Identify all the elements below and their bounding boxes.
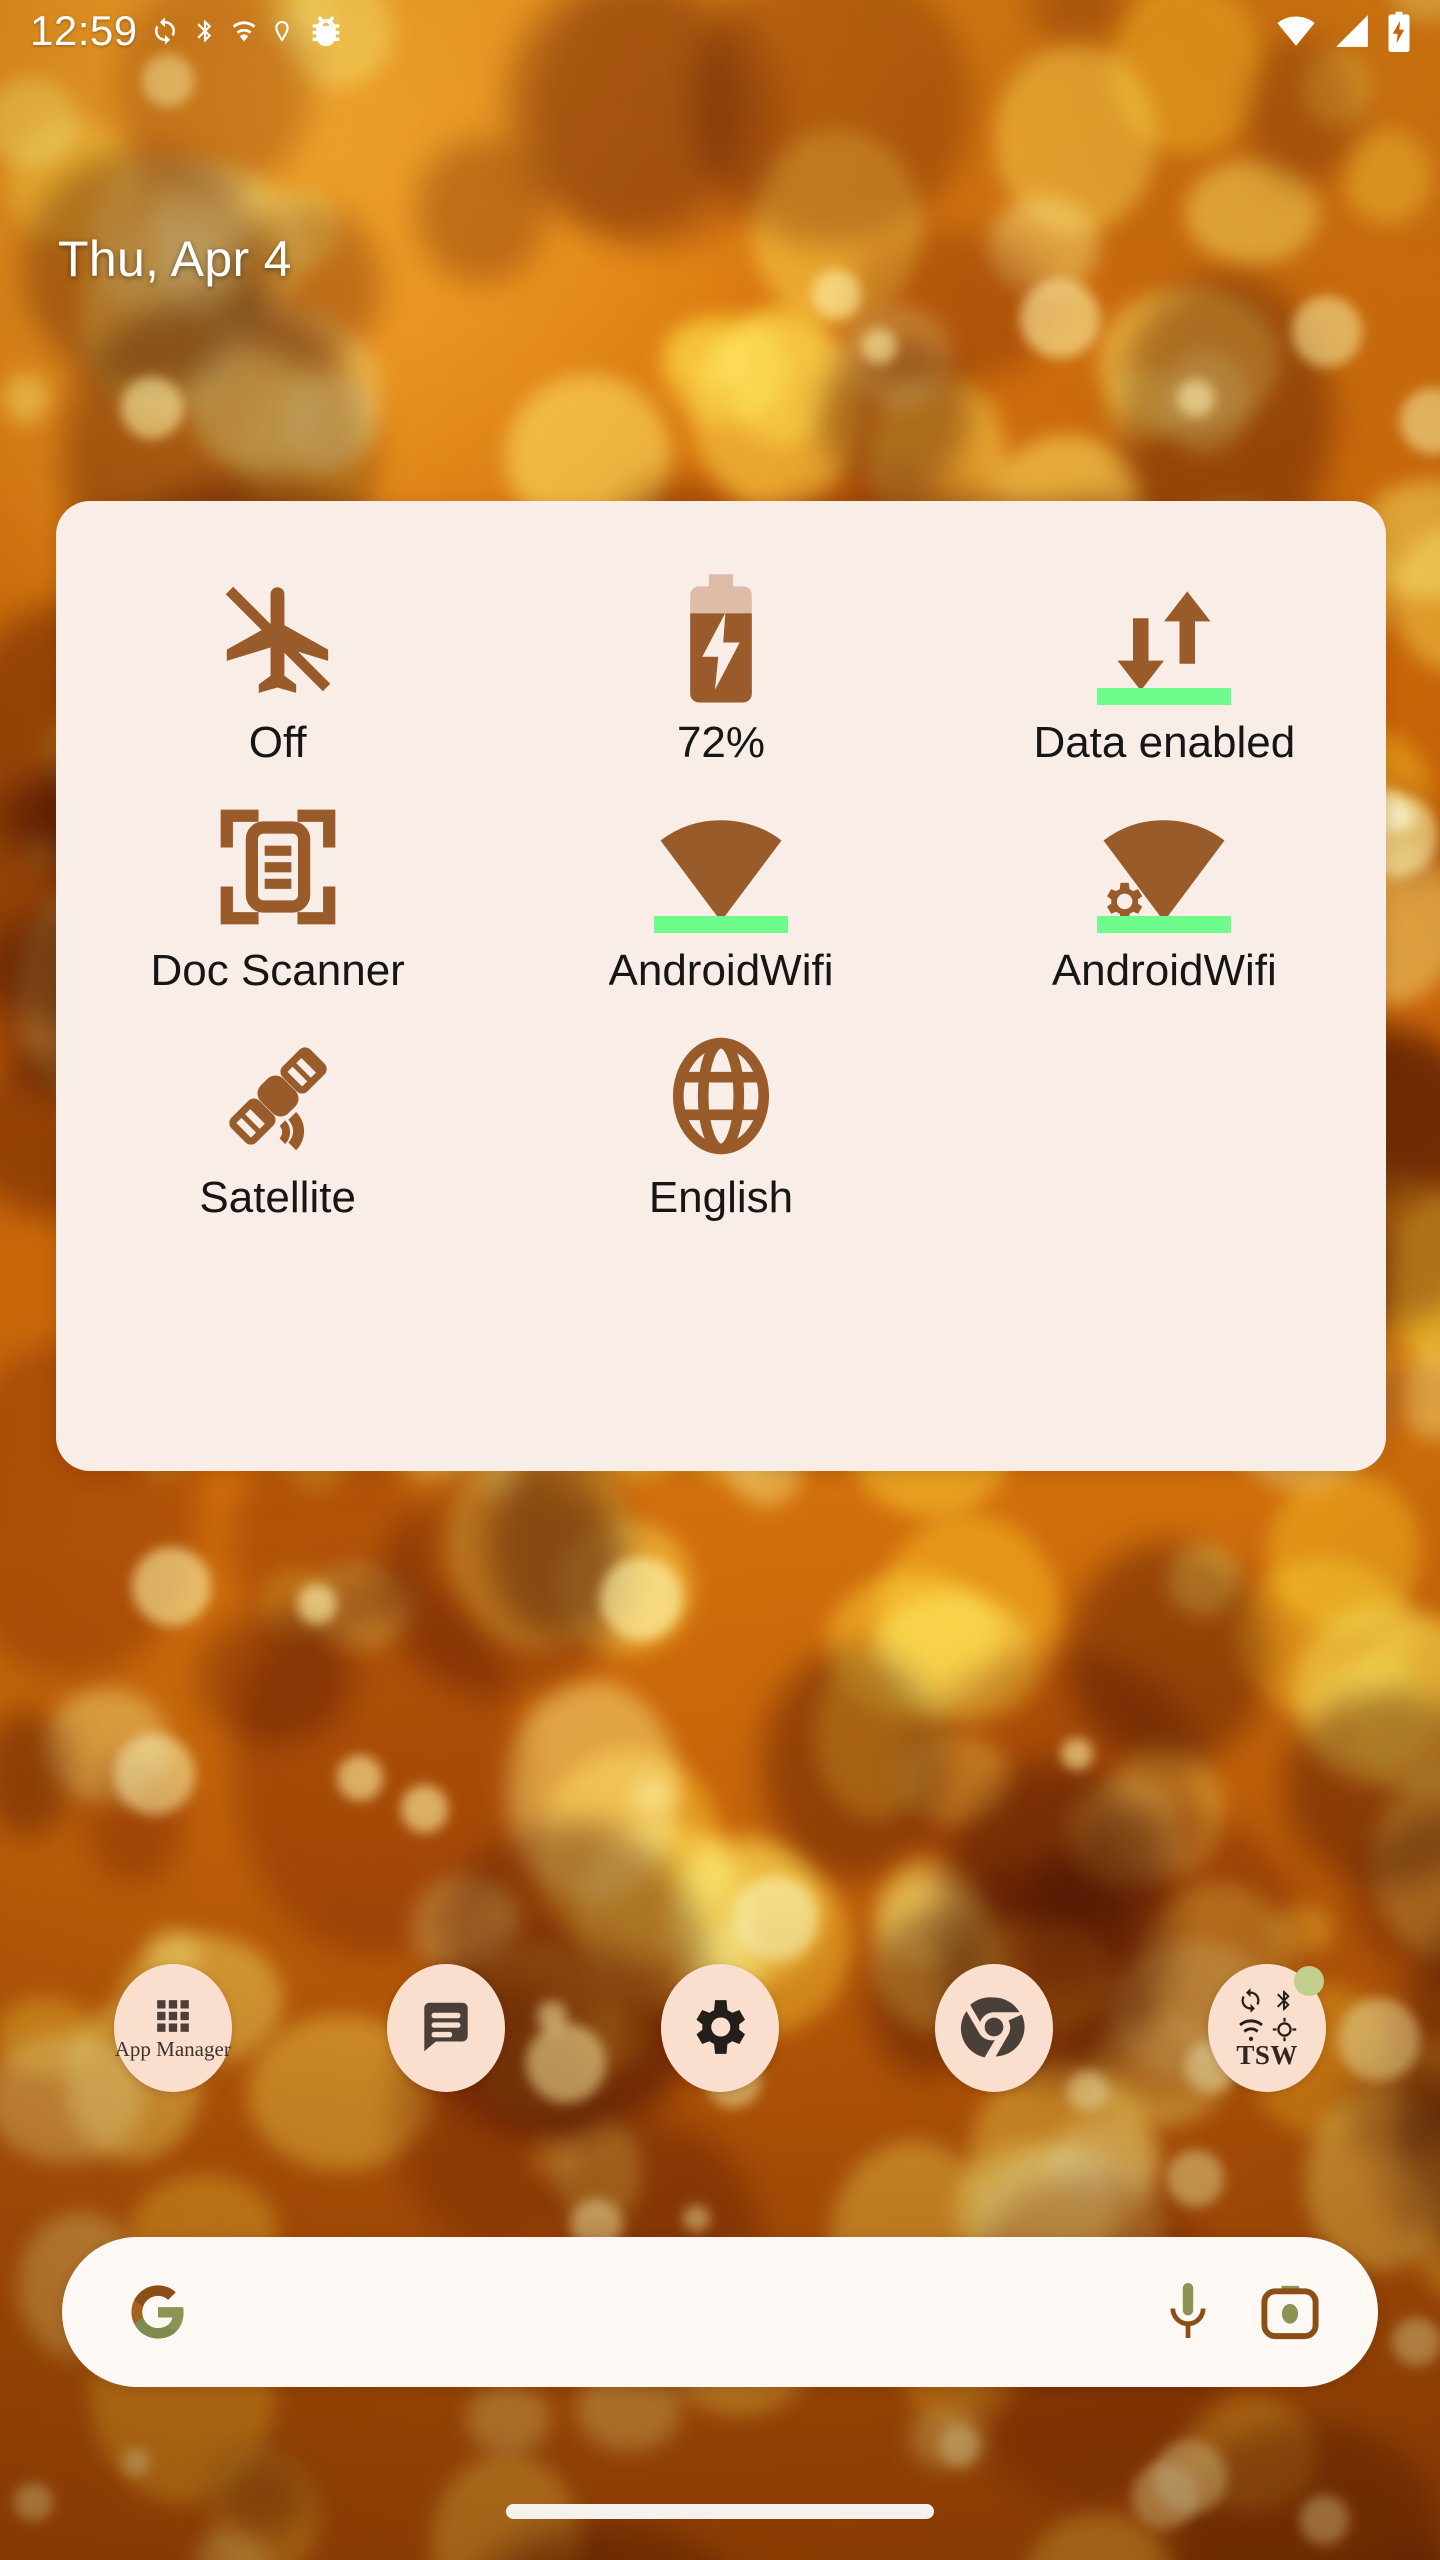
location-icon bbox=[274, 20, 289, 42]
satellite-icon bbox=[56, 1008, 499, 1158]
widget-row: Satellite English bbox=[56, 1008, 1386, 1236]
wifi-settings-icon bbox=[943, 781, 1386, 933]
search-actions bbox=[1162, 2279, 1322, 2345]
dock-app-messages[interactable] bbox=[387, 1964, 506, 2092]
dock-app-label: App Manager bbox=[114, 2036, 231, 2061]
active-indicator-bar bbox=[653, 915, 788, 933]
widget-row: Off 72% Data enabled bbox=[56, 553, 1386, 781]
dock-app-tsw[interactable]: TSW bbox=[1208, 1964, 1327, 2092]
widget-tile-label: Off bbox=[248, 719, 307, 767]
active-indicator-bar bbox=[1097, 688, 1232, 705]
dock-app-label: TSW bbox=[1236, 2040, 1298, 2070]
dock-app-settings[interactable] bbox=[660, 1964, 779, 2092]
widget-tile-label: 72% bbox=[676, 719, 766, 767]
widget-row: Doc Scanner AndroidWifi AndroidWifi bbox=[56, 781, 1386, 1009]
widget-tile-wifi-settings[interactable]: AndroidWifi bbox=[943, 781, 1386, 1009]
bluetooth-icon bbox=[197, 20, 211, 42]
widget-tile-label: English bbox=[648, 1174, 794, 1222]
microphone-icon[interactable] bbox=[1162, 2279, 1214, 2345]
status-bar-clock: 12:59 bbox=[30, 7, 138, 54]
widget-tile-airplane[interactable]: Off bbox=[56, 553, 499, 781]
google-g-icon bbox=[131, 2285, 184, 2339]
home-date: Thu, Apr 4 bbox=[58, 231, 292, 287]
app-grid-icon bbox=[156, 2000, 189, 2032]
chrome-icon bbox=[960, 1997, 1025, 2058]
dock-app-app-manager[interactable]: App Manager bbox=[113, 1964, 232, 2092]
wifi-icon bbox=[1277, 16, 1315, 46]
active-indicator-bar bbox=[1097, 915, 1232, 933]
widget-tile-label: Satellite bbox=[199, 1174, 356, 1222]
google-lens-camera-icon[interactable] bbox=[1258, 2282, 1322, 2342]
wifi-small-icon bbox=[232, 21, 255, 42]
bluetooth-icon bbox=[1277, 1990, 1290, 2011]
status-bar-right bbox=[1274, 10, 1412, 52]
toggle-switch-widget-icon bbox=[1237, 1987, 1298, 2043]
dock: App Manager TSW bbox=[0, 1958, 1440, 2098]
messages-icon bbox=[424, 2002, 469, 2052]
cellular-signal-icon bbox=[1336, 15, 1368, 47]
widget-tile-label: Doc Scanner bbox=[150, 946, 405, 995]
widget-tile-language[interactable]: English bbox=[499, 1008, 942, 1236]
widget-tile-wifi[interactable]: AndroidWifi bbox=[499, 781, 942, 1009]
status-bar: 12:59 bbox=[0, 0, 1440, 62]
wifi-icon bbox=[499, 781, 942, 933]
widget-tile-label: AndroidWifi bbox=[1051, 946, 1277, 995]
search-input[interactable] bbox=[190, 2287, 1162, 2337]
sync-icon bbox=[1241, 1988, 1260, 2013]
location-icon bbox=[1272, 2017, 1296, 2042]
settings-gear-icon bbox=[696, 2000, 746, 2054]
battery-charging-icon bbox=[1388, 11, 1410, 52]
wifi-small-icon bbox=[1238, 2018, 1263, 2041]
status-bar-left: 12:59 bbox=[30, 10, 346, 52]
widget-tile-mobile-data[interactable]: Data enabled bbox=[943, 553, 1386, 781]
widget-tile-label: Data enabled bbox=[1033, 719, 1296, 767]
device-status-widget[interactable]: Off 72% Data enabled Doc Scanner Android… bbox=[56, 501, 1386, 1471]
widget-tile-satellite[interactable]: Satellite bbox=[56, 1008, 499, 1236]
bug-icon bbox=[312, 16, 339, 47]
globe-language-icon bbox=[499, 1008, 942, 1158]
doc-scanner-icon bbox=[56, 781, 499, 931]
notification-dot bbox=[1294, 1966, 1325, 1996]
home-gesture-pill[interactable] bbox=[506, 2504, 934, 2519]
mobile-data-icon bbox=[943, 553, 1386, 705]
battery-charging-icon bbox=[499, 553, 942, 703]
dock-app-chrome[interactable] bbox=[934, 1964, 1053, 2092]
widget-tile-battery[interactable]: 72% bbox=[499, 553, 942, 781]
widget-tile-doc-scanner[interactable]: Doc Scanner bbox=[56, 781, 499, 1009]
google-search-bar[interactable] bbox=[62, 2237, 1378, 2387]
sync-icon bbox=[154, 17, 175, 45]
airplane-mode-off-icon bbox=[56, 553, 499, 703]
widget-tile-label: AndroidWifi bbox=[608, 946, 834, 995]
